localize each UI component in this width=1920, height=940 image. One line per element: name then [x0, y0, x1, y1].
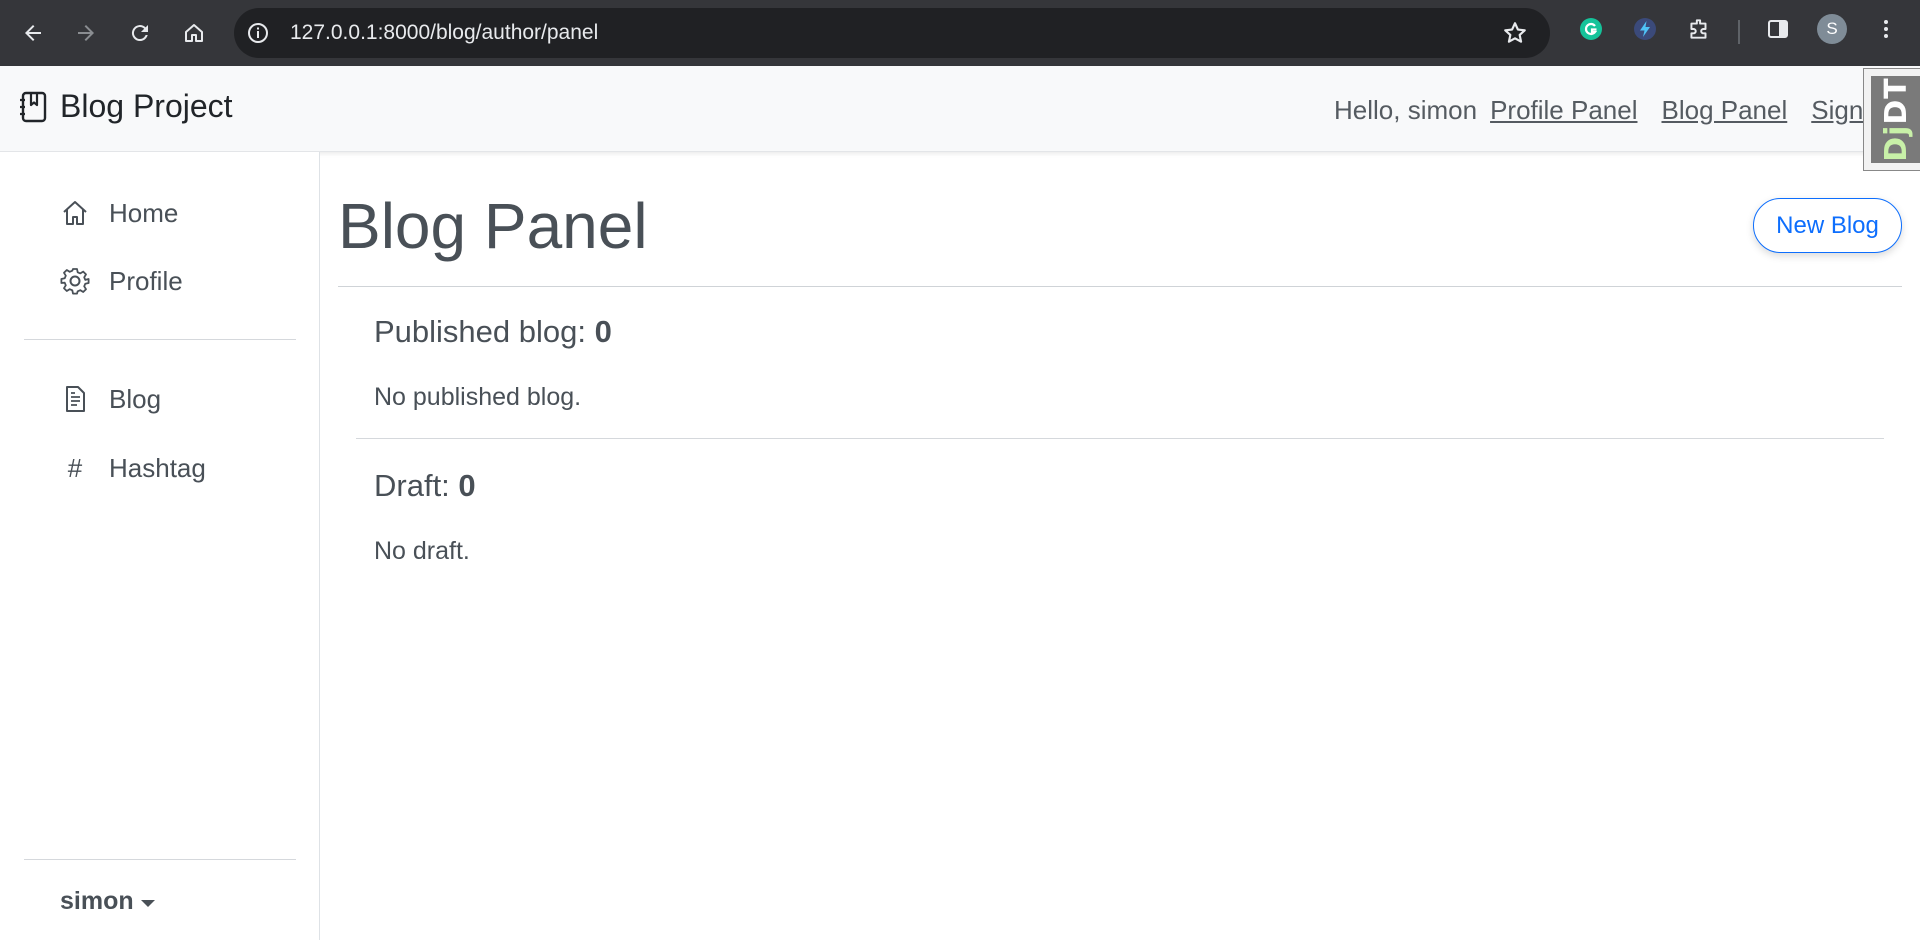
grammarly-icon[interactable]	[1576, 14, 1606, 44]
sidebar: Home Profile Blog # Hashtag simon	[0, 152, 320, 940]
kebab-menu-icon[interactable]	[1871, 14, 1901, 44]
new-blog-button[interactable]: New Blog	[1753, 198, 1902, 253]
draft-count: 0	[458, 468, 476, 503]
brand-link[interactable]: Blog Project	[18, 88, 233, 125]
sidebar-item-label: Blog	[109, 383, 162, 414]
profile-panel-link[interactable]: Profile Panel	[1490, 95, 1637, 126]
side-panel-icon[interactable]	[1763, 14, 1793, 44]
arrow-left-icon	[25, 25, 41, 41]
sidebar-item-label: Home	[109, 197, 179, 228]
debug-toolbar-handle[interactable]: DjDT	[1863, 68, 1920, 171]
sidebar-item-blog[interactable]: Blog	[60, 379, 161, 419]
published-empty-text: No published blog.	[374, 383, 582, 411]
sidebar-divider	[24, 859, 296, 860]
address-bar[interactable]: 127.0.0.1:8000/blog/author/panel	[234, 8, 1550, 58]
greeting-text: Hello, simon	[1334, 94, 1478, 125]
nav-user-links: Hello, simon Profile Panel Blog Panel Si…	[1334, 92, 1899, 128]
reload-button[interactable]	[120, 13, 160, 53]
profile-avatar[interactable]: S	[1817, 14, 1847, 44]
user-name: simon	[60, 887, 134, 915]
sidebar-divider	[24, 339, 296, 340]
section-divider	[356, 438, 1884, 439]
gear-icon	[60, 266, 90, 296]
draft-empty-text: No draft.	[374, 537, 470, 565]
title-divider	[338, 286, 1902, 287]
reload-icon	[131, 25, 148, 42]
arrow-right-icon	[78, 25, 94, 41]
site-navbar: Blog Project Hello, simon Profile Panel …	[0, 66, 1920, 152]
puzzle-icon[interactable]	[1684, 14, 1714, 44]
star-icon[interactable]	[1502, 20, 1528, 46]
document-icon	[60, 384, 90, 414]
sidebar-item-profile[interactable]: Profile	[60, 261, 183, 301]
back-button[interactable]	[13, 13, 53, 53]
url-text[interactable]: 127.0.0.1:8000/blog/author/panel	[290, 8, 598, 58]
user-dropdown[interactable]: simon	[60, 887, 155, 916]
toolbar-separator	[1738, 20, 1740, 44]
published-heading: Published blog: 0	[374, 314, 612, 349]
hash-icon: #	[67, 452, 83, 483]
page-title: Blog Panel	[338, 190, 648, 262]
sidebar-item-hashtag[interactable]: # Hashtag	[60, 448, 206, 488]
forward-button[interactable]	[66, 13, 106, 53]
blog-panel-link[interactable]: Blog Panel	[1661, 95, 1787, 126]
brand-title[interactable]: Blog Project	[60, 88, 233, 125]
published-count: 0	[594, 314, 612, 349]
info-icon[interactable]	[246, 21, 270, 45]
browser-toolbar: 127.0.0.1:8000/blog/author/panel S	[0, 0, 1920, 66]
sidebar-item-label: Profile	[109, 265, 183, 296]
home-icon	[60, 198, 90, 228]
lightning-extension-icon[interactable]	[1630, 14, 1660, 44]
draft-heading: Draft: 0	[374, 468, 476, 503]
home-button[interactable]	[174, 13, 214, 53]
sidebar-item-home[interactable]: Home	[60, 193, 178, 233]
journal-bookmark-icon	[20, 91, 47, 122]
caret-down-icon	[140, 899, 155, 907]
sidebar-item-label: Hashtag	[109, 452, 206, 483]
home-icon	[185, 24, 203, 42]
debug-toolbar-label: DjDT	[1878, 77, 1914, 162]
